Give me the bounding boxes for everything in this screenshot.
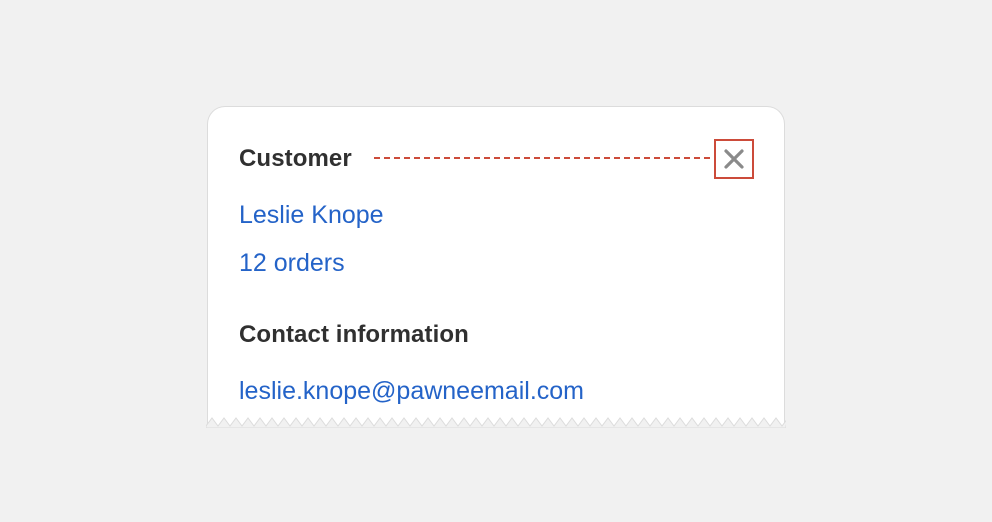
close-button[interactable] bbox=[714, 139, 754, 179]
highlight-dashed-line bbox=[374, 157, 710, 159]
contact-information-heading: Contact information bbox=[239, 321, 469, 348]
torn-edge bbox=[206, 417, 786, 428]
close-icon bbox=[724, 149, 744, 169]
customer-card: Customer Leslie Knope 12 orders Contact … bbox=[207, 106, 785, 426]
canvas: Customer Leslie Knope 12 orders Contact … bbox=[0, 0, 992, 522]
email-link[interactable]: leslie.knope@pawneemail.com bbox=[239, 379, 584, 404]
customer-heading: Customer bbox=[239, 145, 352, 172]
orders-link[interactable]: 12 orders bbox=[239, 251, 345, 276]
customer-name-link[interactable]: Leslie Knope bbox=[239, 203, 384, 228]
